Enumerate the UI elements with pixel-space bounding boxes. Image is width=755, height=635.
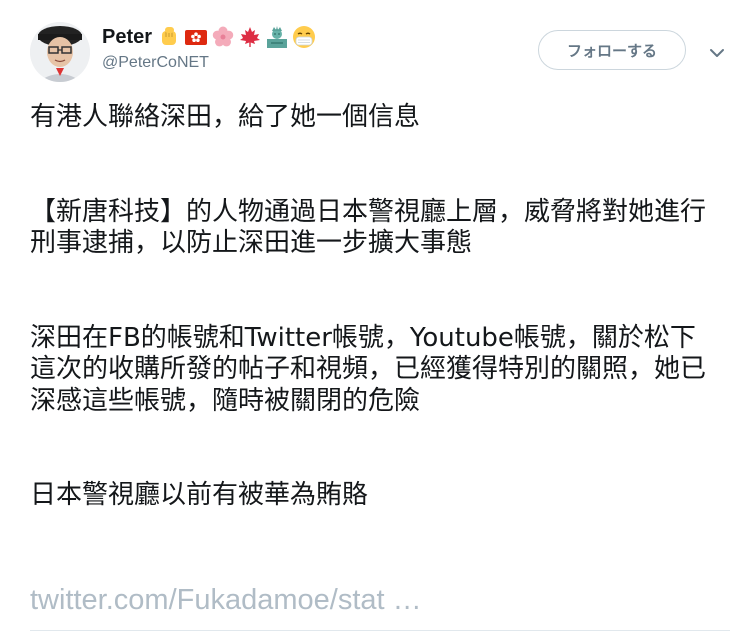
- tweet-paragraph-3: 深田在FB的帳號和Twitter帳號，Youtube帳號，關於松下這次的收購所發…: [30, 322, 707, 416]
- chevron-down-icon[interactable]: [707, 43, 727, 63]
- screen-name[interactable]: @PeterCoNET: [102, 54, 209, 72]
- hong-kong-flag-icon: [184, 25, 208, 49]
- statue-of-liberty-icon: [265, 25, 289, 49]
- display-name[interactable]: Peter: [102, 24, 316, 50]
- tweet-card: Peter @PeterCoNET フォローする 有港人聯絡深田，給了她一個信息…: [0, 0, 755, 635]
- cherry-blossom-icon: [211, 25, 235, 49]
- tweet-text: 有港人聯絡深田，給了她一個信息 【新唐科技】的人物通過日本警視廳上層，威脅將對她…: [30, 102, 720, 512]
- avatar[interactable]: [30, 22, 90, 82]
- tweet-line-1: 有港人聯絡深田，給了她一個信息: [30, 102, 421, 132]
- tweet-paragraph-4: 日本警視廳以前有被華為賄賂: [30, 480, 369, 510]
- tweet-paragraph-2: 【新唐科技】的人物通過日本警視廳上層，威脅將對她進行刑事逮捕，以防止深田進一步擴…: [30, 196, 707, 259]
- raised-fist-icon: [157, 25, 181, 49]
- divider: [30, 630, 730, 631]
- display-name-text[interactable]: Peter: [102, 26, 152, 49]
- face-mask-icon: [292, 25, 316, 49]
- follow-button[interactable]: フォローする: [538, 30, 686, 70]
- tweet-link[interactable]: twitter.com/Fukadamoe/stat …: [30, 584, 422, 617]
- maple-leaf-icon: [238, 25, 262, 49]
